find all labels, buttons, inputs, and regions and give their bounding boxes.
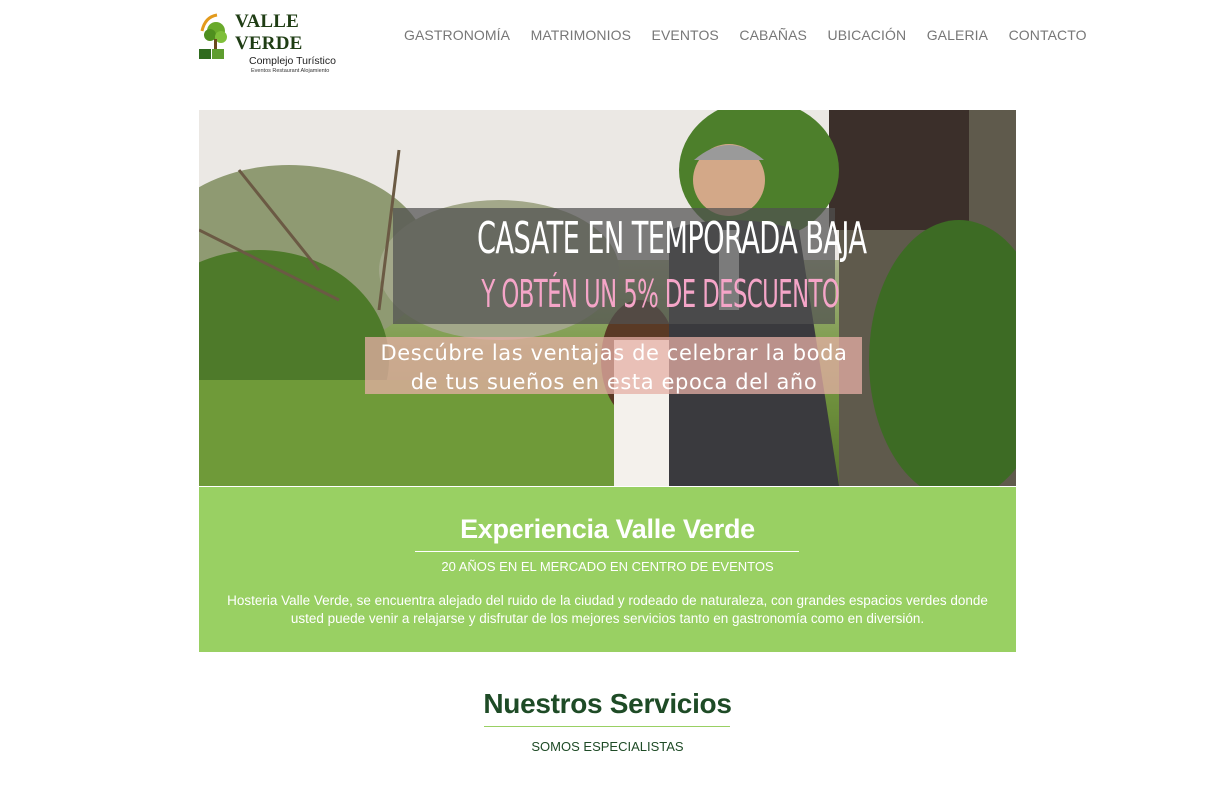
- hero-banner[interactable]: CASATE EN TEMPORADA BAJA Y OBTÉN UN 5% D…: [199, 110, 1016, 486]
- logo[interactable]: VALLE VERDE Complejo Turístico Eventos R…: [199, 11, 349, 74]
- brand-name: VALLE VERDE: [235, 11, 303, 54]
- main-nav: GASTRONOMÍA MATRIMONIOS EVENTOS CABAÑAS …: [404, 26, 1087, 44]
- nav-item-matrimonios[interactable]: MATRIMONIOS: [531, 26, 631, 44]
- experience-subtitle: 20 AÑOS EN EL MERCADO EN CENTRO DE EVENT…: [441, 559, 774, 574]
- nav-item-cabanas[interactable]: CABAÑAS: [739, 26, 807, 44]
- hero-description-line-2: de tus sueños en esta epoca del año: [410, 370, 818, 394]
- site-header: VALLE VERDE Complejo Turístico Eventos R…: [0, 0, 1212, 80]
- experience-title: Experiencia Valle Verde: [460, 514, 755, 544]
- nav-item-galeria[interactable]: GALERIA: [927, 26, 988, 44]
- services-divider: [484, 726, 730, 727]
- experience-text: Hosteria Valle Verde, se encuentra aleja…: [227, 593, 988, 626]
- nav-item-contacto[interactable]: CONTACTO: [1009, 26, 1087, 44]
- nav-item-eventos[interactable]: EVENTOS: [652, 26, 719, 44]
- brand-tagline: Complejo Turístico: [249, 55, 336, 67]
- experience-divider: [415, 551, 799, 552]
- brand-subtagline: Eventos Restaurant Alojamiento: [251, 68, 330, 74]
- hero-description: Descúbre las ventajas de celebrar la bod…: [349, 339, 879, 397]
- hero-subtitle: Y OBTÉN UN 5% DE DESCUENTO: [481, 272, 840, 316]
- hero-description-line-1: Descúbre las ventajas de celebrar la bod…: [380, 341, 848, 365]
- hero-title: CASATE EN TEMPORADA BAJA: [476, 213, 867, 264]
- services-subtitle: SOMOS ESPECIALISTAS: [531, 739, 684, 754]
- nav-item-ubicacion[interactable]: UBICACIÓN: [828, 26, 907, 44]
- tree-logo-icon: [199, 11, 231, 59]
- experience-section: Experiencia Valle Verde 20 AÑOS EN EL ME…: [199, 487, 1016, 652]
- services-title: Nuestros Servicios: [483, 688, 732, 719]
- nav-item-gastronomia[interactable]: GASTRONOMÍA: [404, 26, 510, 44]
